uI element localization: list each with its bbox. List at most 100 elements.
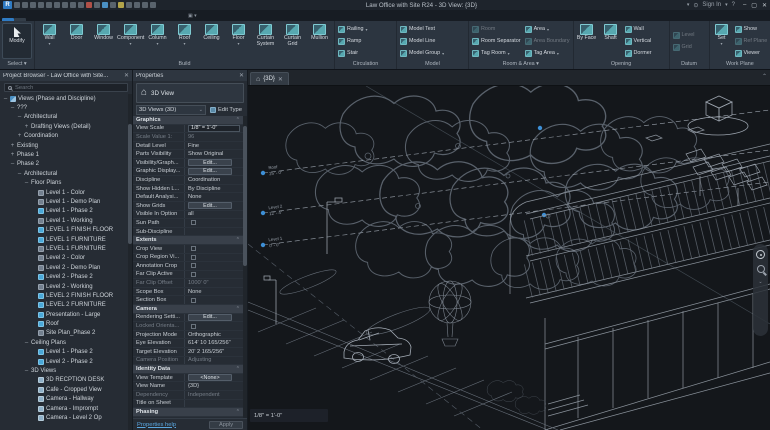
revit-logo-icon[interactable]: R	[3, 1, 12, 9]
property-row[interactable]: Visible In Option all all all ⌃	[133, 211, 247, 220]
property-row[interactable]: Discipline Coordination Coordination Coo…	[133, 176, 247, 185]
ribbon-button[interactable]: Grid ▾	[673, 42, 695, 53]
steering-wheel-icon[interactable]	[756, 250, 765, 259]
property-row[interactable]: View Name {3D} {3D} {3D} ⌃	[133, 382, 247, 391]
view-tab-close-icon[interactable]: ✕	[278, 76, 283, 83]
ribbon-button[interactable]: Vertical ▾	[625, 36, 652, 47]
tree-item[interactable]: + Drafting Views (Detail)	[0, 122, 132, 131]
property-row[interactable]: Extents ⌃	[133, 236, 247, 245]
properties-close-icon[interactable]: ✕	[239, 72, 244, 79]
ribbon-button[interactable]: Model Line ▾	[400, 36, 444, 47]
property-row[interactable]: Phasing ⌃	[133, 408, 247, 417]
ribbon-button[interactable]: Set ▾	[711, 22, 733, 60]
property-edit-button[interactable]: Edit...	[188, 168, 232, 175]
tree-item[interactable]: – ???	[0, 103, 132, 112]
ribbon-button[interactable]: Column ▾	[144, 22, 171, 60]
property-row[interactable]: Identity Data ⌃	[133, 365, 247, 374]
tree-item[interactable]: LEVEL 1 FURNITURE	[0, 244, 132, 253]
tree-twisty[interactable]: –	[3, 96, 8, 102]
tree-item[interactable]: Level 1 - Color	[0, 188, 132, 197]
switch-windows-icon[interactable]	[134, 2, 140, 8]
ribbon-button[interactable]: Dormer ▾	[625, 48, 652, 59]
ribbon-button[interactable]: Model Text ▾	[400, 24, 444, 35]
tree-item[interactable]: Level 2 - Demo Plan	[0, 263, 132, 272]
edit-type-button[interactable]: Edit Type	[208, 105, 244, 115]
tree-item[interactable]: – 3D Views	[0, 366, 132, 375]
tree-item[interactable]: Roof	[0, 319, 132, 328]
property-row[interactable]: Default Analysi... None None None ⌃	[133, 193, 247, 202]
ribbon-button[interactable]: Wall ▾	[625, 24, 652, 35]
tree-item[interactable]: Camera - Level 2 Op	[0, 413, 132, 422]
property-row[interactable]: Target Elevation 20' 2 165/256" 20' 2 16…	[133, 348, 247, 357]
tree-item[interactable]: Level 1 - Phase 2	[0, 348, 132, 357]
property-row[interactable]: Sun Path ⌃	[133, 219, 247, 228]
properties-help-link[interactable]: Properties help	[137, 422, 176, 428]
type-selector[interactable]: ⌂ 3D View	[136, 83, 244, 103]
tree-item[interactable]: + Existing	[0, 141, 132, 150]
tree-item[interactable]: – Ceiling Plans	[0, 338, 132, 347]
default-3d-view-icon[interactable]	[102, 2, 108, 8]
property-row[interactable]: Scale Value 1: 96 96 96 ⌃	[133, 133, 247, 142]
ribbon-button[interactable]: Mullion ▾	[306, 22, 333, 60]
tab-list-chevron-icon[interactable]: ⌃	[762, 73, 767, 80]
ribbon-button[interactable]: Area ▾	[525, 24, 570, 35]
property-row[interactable]: Sub-Discipline ⌃	[133, 228, 247, 237]
ribbon-button[interactable]: By Face ▾	[575, 22, 599, 60]
tree-item[interactable]: Level 1 - Working	[0, 216, 132, 225]
property-row[interactable]: Projection Mode Orthographic Orthographi…	[133, 331, 247, 340]
ribbon-button[interactable]: Level ▾	[673, 30, 695, 41]
close-button[interactable]: ✕	[762, 2, 767, 9]
property-checkbox[interactable]	[191, 220, 196, 225]
measure-icon[interactable]	[70, 2, 76, 8]
tree-twisty[interactable]: –	[10, 105, 15, 111]
tree-item[interactable]: LEVEL 2 FURNITURE	[0, 301, 132, 310]
room-area-panel-label[interactable]: Room & Area ▾	[469, 60, 573, 69]
ribbon-button[interactable]: Roof ▾	[171, 22, 198, 60]
sync-icon[interactable]	[38, 2, 44, 8]
ribbon-button[interactable]: Window ▾	[90, 22, 117, 60]
open-icon[interactable]	[22, 2, 28, 8]
zoom-icon[interactable]	[757, 265, 765, 273]
redo-icon[interactable]	[54, 2, 60, 8]
tree-twisty[interactable]: –	[24, 368, 29, 374]
ribbon-button[interactable]: Area Boundary ▾	[525, 36, 570, 47]
save-icon[interactable]	[30, 2, 36, 8]
tree-item[interactable]: Level 2 - Working	[0, 282, 132, 291]
project-browser-close-icon[interactable]: ✕	[124, 72, 129, 79]
aligned-dimension-icon[interactable]	[78, 2, 84, 8]
property-row[interactable]: Far Clip Offset 1000' 0" 1000' 0" 1000' …	[133, 279, 247, 288]
tree-item[interactable]: + Coordination	[0, 132, 132, 141]
tree-item[interactable]: Cafe - Cropped View	[0, 385, 132, 394]
print-icon[interactable]	[62, 2, 68, 8]
user-avatar-icon[interactable]: ⊙	[693, 2, 698, 9]
tree-item[interactable]: – Floor Plans	[0, 179, 132, 188]
property-checkbox[interactable]	[191, 246, 196, 251]
property-row[interactable]: Camera ⌃	[133, 305, 247, 314]
property-row[interactable]: Detail Level Fine Fine Fine ⌃	[133, 142, 247, 151]
minimize-button[interactable]: –	[743, 2, 746, 9]
property-row[interactable]: Title on Sheet ⌃	[133, 400, 247, 409]
ribbon-button[interactable]: Tag Room ▾	[472, 48, 521, 59]
tree-item[interactable]: Site Plan_Phase 2	[0, 329, 132, 338]
ribbon-button[interactable]: Ref Plane ▾	[735, 36, 768, 47]
tree-item[interactable]: – Architectural	[0, 113, 132, 122]
tree-item[interactable]: Level 2 - Phase 2	[0, 357, 132, 366]
tree-twisty[interactable]: +	[24, 124, 29, 130]
property-checkbox[interactable]	[191, 272, 196, 277]
tree-item[interactable]: Level 1 - Demo Plan	[0, 197, 132, 206]
tree-twisty[interactable]: –	[17, 114, 22, 120]
modify-button[interactable]: Modify	[2, 23, 32, 59]
ribbon-button[interactable]: Stair ▾	[338, 48, 368, 59]
tree-twisty[interactable]: +	[17, 133, 22, 139]
browser-scrollbar[interactable]	[128, 94, 132, 430]
ribbon-button[interactable]: Railing ▾	[338, 24, 368, 35]
ribbon-button[interactable]: Viewer ▾	[735, 48, 768, 59]
properties-filter-combo[interactable]: 3D Views (3D)⌄	[136, 105, 206, 115]
property-edit-button[interactable]: Edit...	[188, 314, 232, 321]
ribbon-button[interactable]: Model Group ▾	[400, 48, 444, 59]
property-checkbox[interactable]	[191, 255, 196, 260]
navbar-options-icon[interactable]: ⌄	[758, 279, 762, 285]
tree-item[interactable]: Level 2 - Color	[0, 254, 132, 263]
tree-twisty[interactable]: –	[24, 340, 29, 346]
property-row[interactable]: Graphic Display... Edit... Edit... Edit.…	[133, 168, 247, 177]
